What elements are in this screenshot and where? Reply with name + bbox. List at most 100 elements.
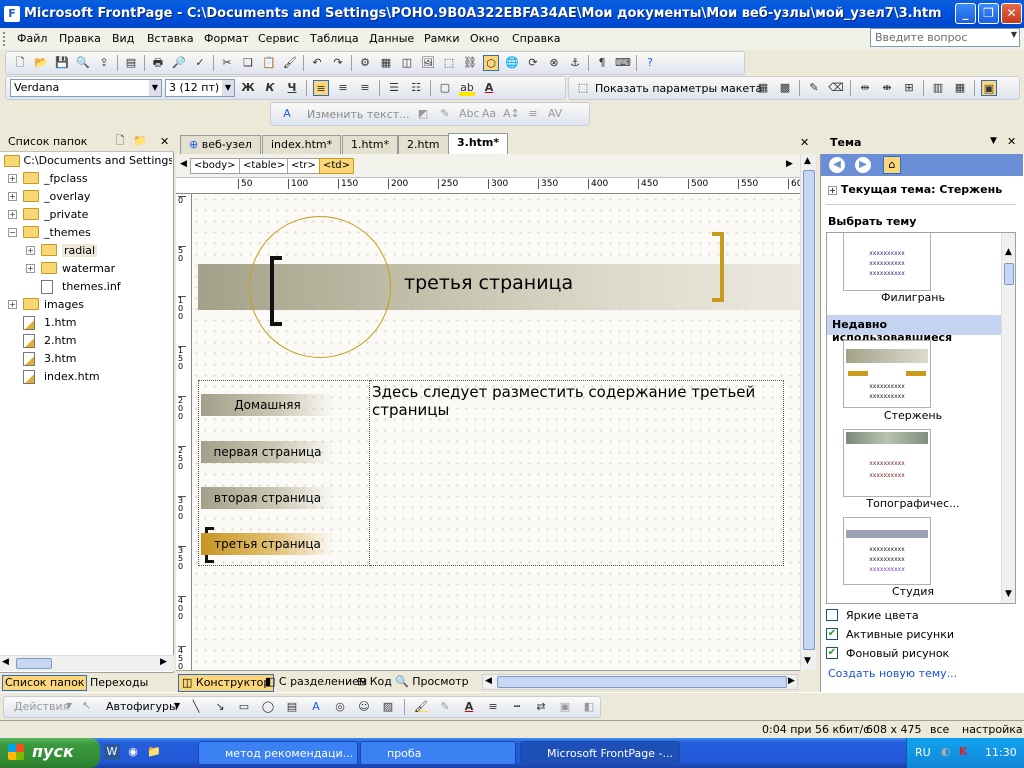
tab-preview[interactable]: 🔍 Просмотр: [392, 674, 472, 692]
table-props-icon[interactable]: ▣: [981, 80, 997, 96]
theme-thumb-topographic[interactable]: xxxxxxxxxx xxxxxxxxxx: [843, 429, 931, 497]
dash-style-icon[interactable]: ┅: [509, 699, 525, 715]
drawing-icon[interactable]: ⬚: [441, 55, 457, 71]
same-height-icon[interactable]: Aa: [481, 106, 497, 122]
tab-code[interactable]: ⊟ Код: [354, 674, 395, 692]
search-icon[interactable]: 🔍: [75, 55, 91, 71]
font-size-select[interactable]: 3 (12 пт) ▼: [165, 79, 235, 97]
tab-navigation[interactable]: Переходы: [90, 676, 148, 689]
nav-button-page3-active[interactable]: третья страница: [201, 533, 334, 555]
close-icon[interactable]: ✕: [160, 135, 169, 148]
help-search-input[interactable]: Введите вопрос ▼: [870, 28, 1020, 47]
tab-index[interactable]: index.htm*: [262, 135, 342, 154]
chevron-down-icon[interactable]: ▼: [1011, 30, 1017, 39]
menu-tools[interactable]: Сервис: [258, 32, 299, 45]
back-icon[interactable]: ◀: [829, 157, 845, 173]
expand-icon[interactable]: +: [828, 186, 837, 195]
tray-icon[interactable]: ◐: [941, 745, 951, 758]
menu-edit[interactable]: Правка: [59, 32, 101, 45]
home-icon[interactable]: ⌂: [883, 156, 901, 174]
align-center-icon[interactable]: ≡: [335, 80, 351, 96]
pilcrow-icon[interactable]: ¶: [594, 55, 610, 71]
tag-tr[interactable]: <tr>: [287, 158, 320, 174]
editor-hscrollbar[interactable]: ◀ ▶: [482, 674, 798, 690]
theme-vscrollbar[interactable]: ▲ ▼: [1001, 233, 1015, 603]
row-icon[interactable]: ⊞: [901, 80, 917, 96]
chevron-left-icon[interactable]: ◀: [180, 159, 187, 169]
select-pointer-icon[interactable]: ↖: [82, 699, 91, 712]
checkbox-active-graphics[interactable]: ✔: [826, 628, 838, 640]
folder-hscrollbar[interactable]: ◀ ▶: [0, 655, 174, 671]
scroll-left-icon[interactable]: ◀: [2, 657, 9, 667]
bold-button[interactable]: Ж: [240, 80, 256, 96]
insert-table-icon[interactable]: ▦: [378, 55, 394, 71]
insert-layer-icon[interactable]: ◫: [399, 55, 415, 71]
font-color-icon[interactable]: A: [461, 699, 477, 715]
tag-td[interactable]: <td>: [319, 158, 355, 174]
close-button[interactable]: ✕: [1001, 3, 1022, 24]
expand-icon[interactable]: +: [26, 246, 35, 255]
scroll-thumb[interactable]: [1004, 263, 1014, 285]
line-style-icon[interactable]: ≡: [485, 699, 501, 715]
start-button[interactable]: пуск: [0, 738, 100, 768]
globe-icon[interactable]: 🌐: [504, 55, 520, 71]
checkbox-bright-colors[interactable]: [826, 609, 838, 621]
scroll-thumb[interactable]: [16, 658, 52, 669]
fill-color-icon[interactable]: 🖌: [413, 699, 429, 715]
code-icon[interactable]: ⌨: [615, 55, 631, 71]
underline-button[interactable]: Ч: [284, 80, 300, 96]
arrow-style-icon[interactable]: ⇄: [533, 699, 549, 715]
layout-params-icon[interactable]: ⬚: [575, 80, 591, 96]
line-icon[interactable]: ╲: [188, 699, 204, 715]
line-color-icon[interactable]: ✎: [437, 699, 453, 715]
language-indicator[interactable]: RU: [915, 746, 931, 759]
expand-icon[interactable]: +: [26, 264, 35, 273]
nav-button-home[interactable]: Домашняя: [201, 394, 334, 416]
align-left-icon[interactable]: ≡: [313, 80, 329, 96]
chevron-right-icon[interactable]: ▶: [786, 159, 793, 169]
web-component-icon[interactable]: ⚙: [357, 55, 373, 71]
numbered-list-icon[interactable]: ☰: [386, 80, 402, 96]
nav-button-page1[interactable]: первая страница: [201, 441, 334, 463]
insert-picture-icon[interactable]: 🖼: [420, 55, 436, 71]
merge-icon[interactable]: ⇼: [879, 80, 895, 96]
menu-format[interactable]: Формат: [204, 32, 249, 45]
publish-icon[interactable]: ⇪: [96, 55, 112, 71]
print-icon[interactable]: 🖶: [150, 55, 166, 71]
rectangle-icon[interactable]: ▭: [236, 699, 252, 715]
folder-tree-root[interactable]: C:\Documents and Settings\PC: [4, 154, 172, 167]
oval-icon[interactable]: ◯: [260, 699, 276, 715]
actions-menu[interactable]: Действия: [14, 700, 69, 713]
highlight-icon[interactable]: ab: [459, 80, 475, 96]
clipart-icon[interactable]: ☺: [356, 699, 372, 715]
task-method-recommendations[interactable]: метод рекомендаци...: [198, 741, 358, 765]
scroll-down-icon[interactable]: ▼: [1005, 589, 1012, 599]
scroll-right-icon[interactable]: ▶: [160, 657, 167, 667]
browser-icon[interactable]: ◉: [125, 744, 141, 760]
current-theme-row[interactable]: + Текущая тема: Стержень: [828, 183, 1002, 196]
wordart-shape-icon[interactable]: Abc: [459, 106, 480, 122]
bullet-list-icon[interactable]: ☷: [408, 80, 424, 96]
new-page-icon[interactable]: 🗋: [112, 133, 128, 149]
theme-thumb-rod[interactable]: xxxxxxxxxx xxxxxxxxxx: [843, 340, 931, 408]
tab-design[interactable]: ◫ Конструктор: [178, 674, 275, 692]
undo-icon[interactable]: ↶: [309, 55, 325, 71]
editor-vscrollbar[interactable]: ▲ ▼: [800, 154, 816, 670]
expand-icon[interactable]: +: [8, 192, 17, 201]
word-icon[interactable]: W: [104, 744, 120, 760]
new-page-icon[interactable]: 🗋: [12, 55, 28, 71]
redo-icon[interactable]: ↷: [330, 55, 346, 71]
menu-data[interactable]: Данные: [369, 32, 414, 45]
menu-table[interactable]: Таблица: [310, 32, 359, 45]
chevron-down-icon[interactable]: ▼: [174, 701, 180, 710]
borders-icon[interactable]: ▢: [437, 80, 453, 96]
autoshapes-menu[interactable]: Автофигуры: [106, 700, 178, 713]
open-icon[interactable]: 📂: [33, 55, 49, 71]
format-painter-icon[interactable]: 🖌: [282, 55, 298, 71]
cut-icon[interactable]: ✂: [219, 55, 235, 71]
tab-folder-list[interactable]: Список папок: [2, 675, 88, 691]
menu-file[interactable]: Файл: [17, 32, 47, 45]
layout-table-icon[interactable]: ▦: [755, 80, 771, 96]
tab-page1[interactable]: 1.htm*: [342, 135, 398, 154]
vertical-text-icon[interactable]: A↕: [503, 106, 520, 122]
